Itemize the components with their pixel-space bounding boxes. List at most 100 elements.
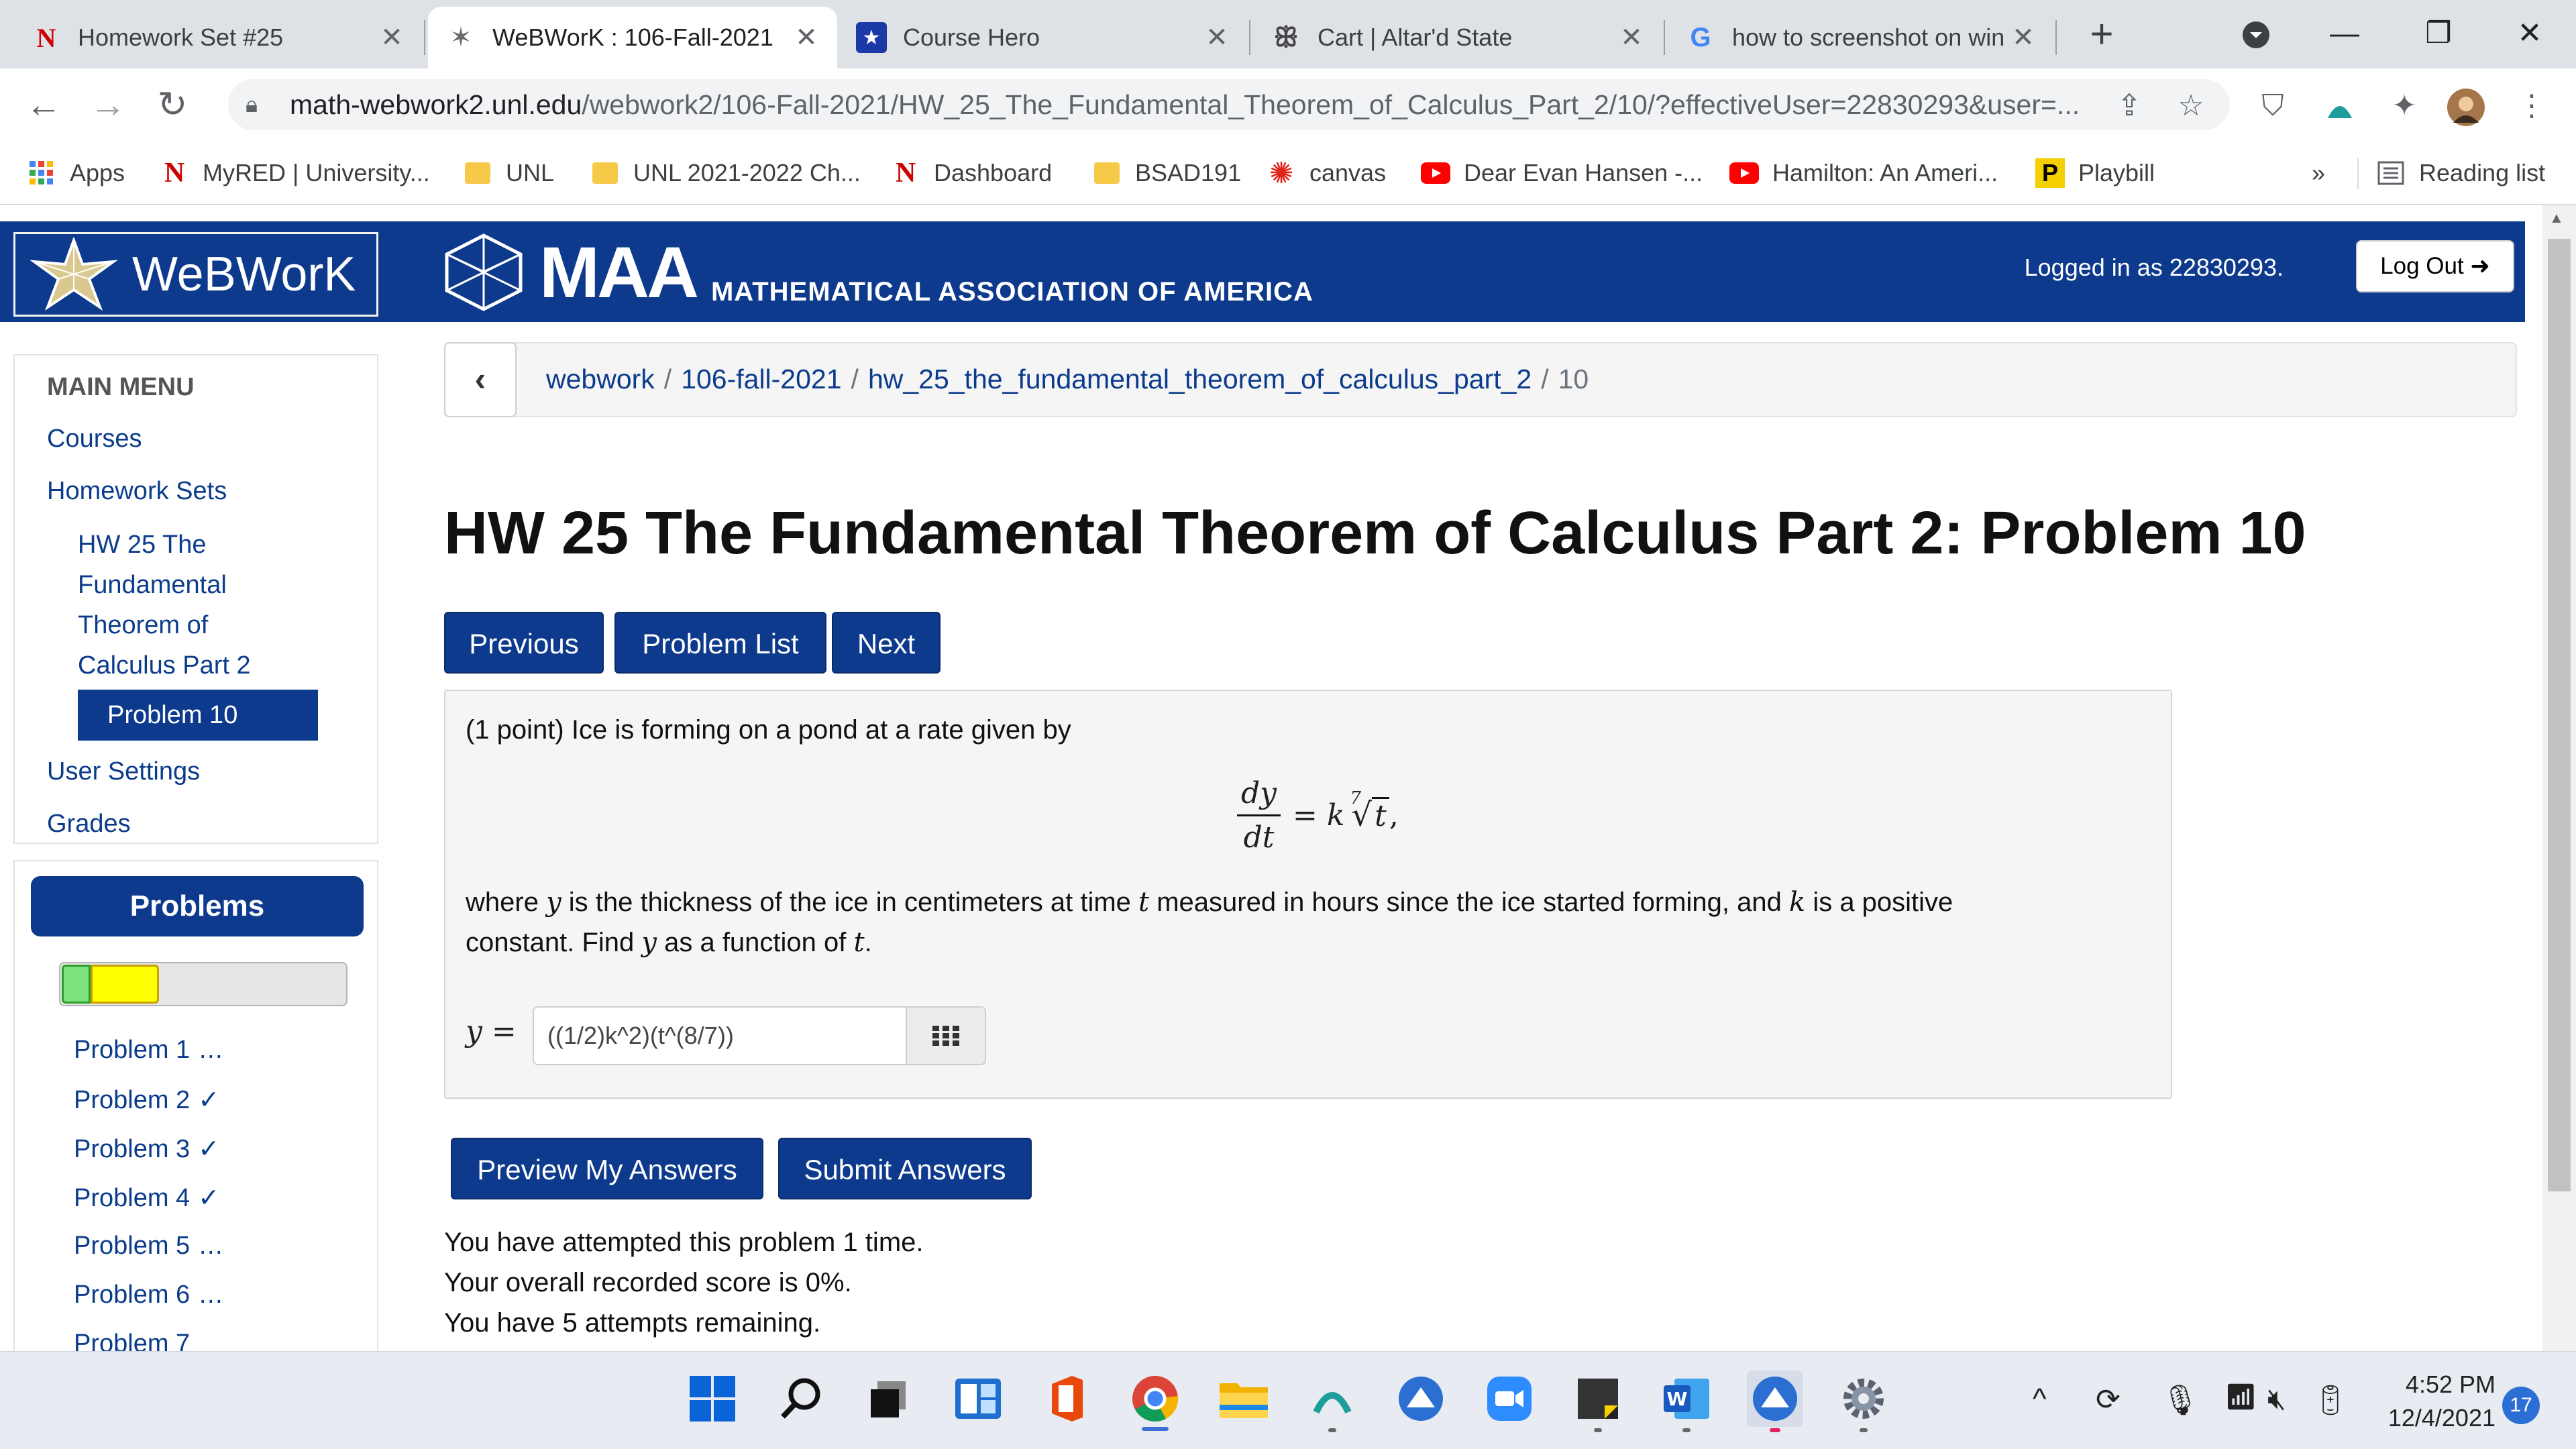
- bookmark-unl[interactable]: UNL: [463, 154, 554, 192]
- logout-button[interactable]: Log Out ➜: [2356, 240, 2514, 292]
- app-active-blue[interactable]: [1747, 1371, 1803, 1432]
- search-button[interactable]: [773, 1371, 829, 1427]
- tray-overflow-chevron-icon[interactable]: ^: [2033, 1383, 2047, 1416]
- file-explorer-app[interactable]: [1216, 1371, 1272, 1427]
- browser-tab-bar: N Homework Set #25 ✕ ✶ WeBWorK : 106-Fal…: [0, 0, 2576, 68]
- bookmark-canvas[interactable]: ✺ canvas: [1267, 154, 1387, 192]
- webwork-logo[interactable]: WeBWorK: [13, 232, 378, 317]
- submit-answers-button[interactable]: Submit Answers: [778, 1138, 1032, 1199]
- share-icon[interactable]: ⇪: [2109, 86, 2149, 126]
- bookmark-dear-evan-hansen[interactable]: Dear Evan Hansen -...: [1421, 154, 1703, 192]
- address-bar[interactable]: 🔒︎ math-webwork2.unl.edu/webwork2/106-Fa…: [228, 79, 2230, 130]
- sidebar-problem-item[interactable]: Problem 7: [74, 1330, 198, 1351]
- tab-course-hero[interactable]: ★ Course Hero ✕: [839, 7, 1248, 68]
- sidebar-problem-item[interactable]: Problem 1…: [74, 1036, 223, 1065]
- tab-altard-state[interactable]: ꕥ Cart | Altar'd State ✕: [1253, 7, 1662, 68]
- maa-logo[interactable]: MAA MATHEMATICAL ASSOCIATION OF AMERICA: [440, 228, 1313, 315]
- menu-current-set[interactable]: HW 25 The Fundamental Theorem of Calculu…: [78, 525, 251, 686]
- sidebar-problem-item[interactable]: Problem 6…: [74, 1281, 223, 1309]
- system-clock[interactable]: 4:52 PM 12/4/2021: [2375, 1368, 2496, 1435]
- breadcrumb-course[interactable]: 106-fall-2021: [681, 364, 841, 394]
- puzzle-extensions-icon[interactable]: ✦: [2384, 86, 2424, 126]
- wifi-icon[interactable]: 📶︎: [2224, 1383, 2257, 1412]
- word-icon: W: [1664, 1379, 1709, 1419]
- reload-button[interactable]: ↻: [149, 82, 196, 129]
- menu-current-problem[interactable]: Problem 10: [78, 690, 318, 741]
- bookmark-myred[interactable]: N MyRED | University...: [160, 154, 430, 192]
- restore-button[interactable]: ❐: [2402, 7, 2475, 60]
- word-app[interactable]: W: [1658, 1371, 1715, 1432]
- problem-status-mark: …: [198, 1232, 224, 1260]
- close-icon[interactable]: ✕: [793, 22, 820, 53]
- sidebar-problem-item[interactable]: Problem 2 ✓: [74, 1085, 219, 1115]
- breadcrumb-set[interactable]: hw_25_the_fundamental_theorem_of_calculu…: [868, 364, 1532, 394]
- tab-webwork[interactable]: ✶ WeBWorK : 106-Fall-2021 ✕: [428, 7, 837, 68]
- scrollbar-thumb[interactable]: [2548, 239, 2571, 1191]
- answer-input[interactable]: [533, 1006, 907, 1065]
- close-icon[interactable]: ✕: [1203, 22, 1230, 53]
- menu-homework-sets[interactable]: Homework Sets: [47, 471, 227, 511]
- bookmark-dashboard[interactable]: N Dashboard: [891, 154, 1052, 192]
- sidebar-problem-item[interactable]: Problem 4 ✓: [74, 1183, 219, 1213]
- menu-grades[interactable]: Grades: [47, 804, 131, 844]
- start-button[interactable]: [684, 1371, 741, 1427]
- volume-muted-icon[interactable]: 🔇︎: [2267, 1383, 2286, 1416]
- close-icon[interactable]: ✕: [2010, 22, 2037, 53]
- reading-list-button[interactable]: Reading list: [2376, 154, 2545, 192]
- office-app[interactable]: [1038, 1371, 1095, 1427]
- tab-homework-set[interactable]: N Homework Set #25 ✕: [13, 7, 423, 68]
- forward-button[interactable]: →: [85, 82, 131, 129]
- profile-avatar[interactable]: [2446, 86, 2486, 127]
- tab-search-button[interactable]: [2219, 7, 2293, 60]
- close-icon[interactable]: ✕: [378, 22, 405, 53]
- bookmark-playbill[interactable]: P Playbill: [2035, 154, 2155, 192]
- close-window-button[interactable]: ✕: [2493, 7, 2567, 60]
- shield-extension-icon[interactable]: ⛉: [2253, 86, 2293, 126]
- chrome-app[interactable]: [1127, 1371, 1183, 1431]
- sticky-notes-app[interactable]: [1570, 1371, 1626, 1432]
- tab-google-search[interactable]: G how to screenshot on win ✕: [1668, 7, 2054, 68]
- bookmark-bsad191[interactable]: BSAD191: [1092, 154, 1241, 192]
- menu-user-settings[interactable]: User Settings: [47, 751, 200, 792]
- task-view-button[interactable]: [860, 1371, 916, 1427]
- bookmark-hamilton[interactable]: Hamilton: An Ameri...: [1729, 154, 1998, 192]
- notification-badge[interactable]: 17: [2502, 1387, 2540, 1424]
- scroll-up-arrow[interactable]: ▲: [2549, 209, 2564, 227]
- blue-circle-app-icon: [1753, 1377, 1797, 1421]
- microphone-icon[interactable]: 🎙︎: [2161, 1383, 2199, 1417]
- zoom-app[interactable]: [1481, 1371, 1538, 1427]
- preview-answers-button[interactable]: Preview My Answers: [451, 1138, 763, 1199]
- menu-courses[interactable]: Courses: [47, 419, 142, 459]
- bookmark-star-icon[interactable]: ☆: [2171, 86, 2211, 126]
- app-blue-circle[interactable]: [1393, 1371, 1449, 1427]
- sidebar-problem-item[interactable]: Problem 3 ✓: [74, 1134, 219, 1164]
- widgets-button[interactable]: [950, 1371, 1006, 1427]
- next-button[interactable]: Next: [832, 612, 941, 674]
- settings-app[interactable]: [1835, 1371, 1892, 1432]
- bookmarks-bar: Apps N MyRED | University... UNL UNL 202…: [0, 140, 2576, 205]
- new-tab-button[interactable]: +: [2078, 12, 2125, 59]
- battery-icon[interactable]: 🔋︎: [2312, 1383, 2349, 1417]
- progress-partial-segment: [91, 965, 159, 1004]
- folder-icon: [463, 158, 492, 188]
- more-menu-icon[interactable]: ⋮: [2512, 86, 2552, 126]
- windows-logo-icon: [690, 1376, 735, 1421]
- bookmark-unl-chart[interactable]: UNL 2021-2022 Ch...: [590, 154, 861, 192]
- close-icon[interactable]: ✕: [1618, 22, 1645, 53]
- minimize-button[interactable]: —: [2308, 7, 2381, 60]
- app-teal[interactable]: [1304, 1371, 1360, 1432]
- extension-icon[interactable]: [2320, 86, 2360, 126]
- keypad-grid-icon: [932, 1026, 959, 1046]
- back-button[interactable]: ←: [20, 82, 67, 129]
- more-bookmarks-button[interactable]: »: [2312, 154, 2325, 192]
- breadcrumb: ‹ webwork/106-fall-2021/hw_25_the_fundam…: [444, 342, 2517, 417]
- bookmark-apps[interactable]: Apps: [27, 154, 125, 192]
- sidebar-problem-item[interactable]: Problem 5…: [74, 1232, 223, 1260]
- problem-list-button[interactable]: Problem List: [614, 612, 826, 674]
- breadcrumb-webwork[interactable]: webwork: [546, 364, 655, 394]
- sync-icon[interactable]: ⟳: [2096, 1383, 2121, 1417]
- math-keypad-button[interactable]: [906, 1006, 986, 1065]
- breadcrumb-back-button[interactable]: ‹: [444, 342, 517, 417]
- previous-button[interactable]: Previous: [444, 612, 604, 674]
- problems-panel: Problems Problem 1… Problem 2 ✓ Problem 3 ✓ P…: [13, 860, 378, 1351]
